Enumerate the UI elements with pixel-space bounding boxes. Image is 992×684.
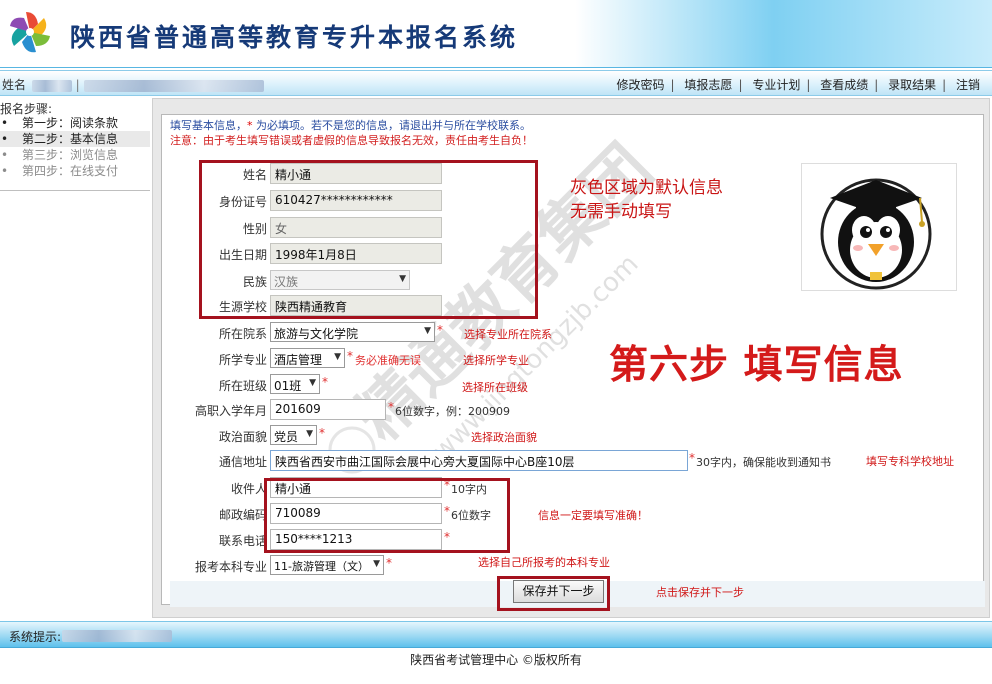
college-label: 所在院系 bbox=[218, 327, 267, 341]
required-mark: * bbox=[319, 426, 325, 440]
link-admission-result[interactable]: 录取结果 bbox=[888, 78, 936, 92]
top-nav-bar: 姓名 | 修改密码 | 填报志愿 | 专业计划 | 查看成绩 | 录取结果 | 注销 bbox=[0, 70, 992, 96]
system-title: 陕西省普通高等教育专升本报名系统 bbox=[70, 23, 519, 52]
form-warning: 注意：由于考生填写错误或者虚假的信息导致报名无效，责任由考生自负！ bbox=[170, 134, 533, 147]
political-select[interactable]: 党员 ▼ bbox=[270, 425, 317, 445]
chevron-down-icon: ▼ bbox=[334, 352, 341, 362]
enroll-date-input[interactable]: 201609 bbox=[270, 399, 386, 420]
footer-copyright: 陕西省考试管理中心 ©版权所有 bbox=[410, 653, 582, 667]
required-mark: * bbox=[322, 375, 328, 389]
penguin-avatar-icon bbox=[820, 178, 932, 290]
phone-label: 联系电话 bbox=[218, 534, 267, 548]
status-label: 系统提示: bbox=[9, 630, 62, 644]
save-button-highlight-box bbox=[497, 576, 610, 611]
required-mark: * bbox=[437, 323, 443, 337]
link-logout[interactable]: 注销 bbox=[956, 78, 980, 92]
required-mark: * bbox=[388, 400, 394, 414]
link-view-scores[interactable]: 查看成绩 bbox=[820, 78, 868, 92]
address-input[interactable]: 陕西省西安市曲江国际会展中心旁大夏国际中心B座10层 bbox=[270, 450, 688, 471]
redacted-status-text bbox=[62, 630, 172, 642]
student-photo bbox=[801, 163, 957, 291]
user-info: 姓名 | bbox=[2, 76, 264, 93]
receiver-label: 收件人 bbox=[230, 482, 267, 496]
class-select[interactable]: 01班 ▼ bbox=[270, 374, 320, 394]
page: 陕西省普通高等教育专升本报名系统 姓名 | 修改密码 | 填报志愿 | 专业计划 | … bbox=[0, 0, 992, 684]
default-info-highlight-box bbox=[199, 160, 538, 319]
link-major-plan[interactable]: 专业计划 bbox=[752, 78, 800, 92]
form-instruction: 填写基本信息，* 为必填项。若不是您的信息，请退出并与所在学校联系。 bbox=[170, 119, 531, 132]
class-annotation: 选择所在班级 bbox=[462, 381, 528, 394]
info-annotation: 信息一定要填写准确！ bbox=[538, 509, 648, 522]
chevron-down-icon: ▼ bbox=[424, 326, 431, 336]
major-hint: 务必准确无误 bbox=[355, 354, 421, 367]
sidebar-step-1[interactable]: • 第一步：阅读条款 bbox=[0, 115, 150, 131]
political-annotation: 选择政治面貌 bbox=[471, 431, 537, 444]
redacted-user-info-2 bbox=[83, 79, 264, 92]
class-label: 所在班级 bbox=[218, 379, 267, 393]
sidebar-step-3: • 第三步：浏览信息 bbox=[1, 148, 119, 162]
top-links: 修改密码 | 填报志愿 | 专业计划 | 查看成绩 | 录取结果 | 注销 bbox=[616, 78, 980, 92]
user-name-label: 姓名 bbox=[2, 78, 27, 92]
target-annotation: 选择自己所报考的本科专业 bbox=[478, 556, 610, 569]
enroll-hint: 6位数字，例：200909 bbox=[395, 405, 510, 418]
pinwheel-logo-icon bbox=[10, 12, 50, 53]
required-mark: * bbox=[347, 349, 353, 363]
college-select[interactable]: 旅游与文化学院 ▼ bbox=[270, 322, 435, 342]
contact-info-highlight-box bbox=[264, 478, 510, 553]
save-annotation: 点击保存并下一步 bbox=[656, 586, 744, 599]
required-mark: * bbox=[386, 556, 392, 570]
redacted-user-info bbox=[31, 79, 72, 92]
enroll-label: 高职入学年月 bbox=[194, 404, 267, 418]
sidebar-step-2[interactable]: • 第二步：基本信息 bbox=[0, 131, 150, 147]
postcode-label: 邮政编码 bbox=[218, 508, 267, 522]
major-annotation: 选择所学专业 bbox=[463, 354, 529, 367]
major-select[interactable]: 酒店管理 ▼ bbox=[270, 348, 345, 368]
link-change-password[interactable]: 修改密码 bbox=[617, 78, 665, 92]
major-label: 所学专业 bbox=[218, 353, 267, 367]
link-fill-preferences[interactable]: 填报志愿 bbox=[684, 78, 732, 92]
required-mark: * bbox=[689, 451, 695, 465]
college-annotation: 选择专业所在院系 bbox=[464, 328, 552, 341]
political-label: 政治面貌 bbox=[218, 430, 267, 444]
chevron-down-icon: ▼ bbox=[309, 378, 316, 388]
app-header: 陕西省普通高等教育专升本报名系统 bbox=[0, 0, 992, 68]
step-six-title: 第六步 填写信息 bbox=[609, 343, 904, 388]
address-hint: 30字内，确保能收到通知书 bbox=[696, 456, 831, 469]
target-major-select[interactable]: 11-旅游管理（文） ▼ bbox=[270, 555, 384, 575]
gray-area-note: 灰色区域为默认信息 无需手动填写 bbox=[570, 178, 723, 222]
address-annotation: 填写专科学校地址 bbox=[866, 455, 954, 468]
chevron-down-icon: ▼ bbox=[373, 559, 380, 569]
chevron-down-icon: ▼ bbox=[306, 429, 313, 439]
address-label: 通信地址 bbox=[218, 455, 267, 469]
target-major-label: 报考本科专业 bbox=[194, 560, 267, 574]
status-bar: 系统提示: bbox=[0, 621, 992, 648]
sidebar-divider bbox=[0, 190, 150, 191]
